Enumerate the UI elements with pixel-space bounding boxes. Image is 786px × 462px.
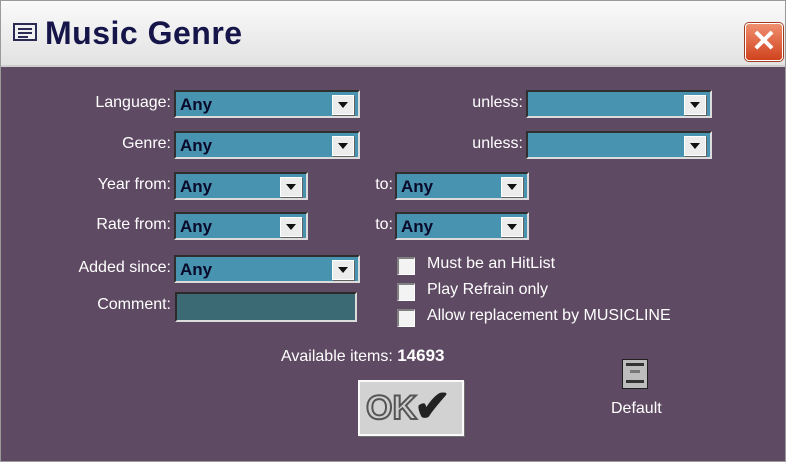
available-items: Available items: 14693 <box>281 346 445 366</box>
rate-to-value: Any <box>401 217 434 236</box>
year-to-value: Any <box>401 177 434 196</box>
added-since-select[interactable]: Any <box>174 255 360 283</box>
checkmark-icon: ✔ <box>414 382 451 431</box>
default-label[interactable]: Default <box>611 400 662 418</box>
rate-from-value: Any <box>180 217 213 236</box>
added-since-label: Added since: <box>78 259 171 276</box>
refrain-checkbox-label: Play Refrain only <box>427 281 548 298</box>
chevron-down-icon[interactable] <box>332 95 354 115</box>
language-label: Language: <box>95 94 171 111</box>
hitlist-checkbox[interactable] <box>397 257 415 275</box>
available-items-label: Available items: <box>281 348 393 365</box>
chevron-down-icon[interactable] <box>280 217 302 237</box>
year-to-select[interactable]: Any <box>395 172 529 200</box>
chevron-down-icon[interactable] <box>332 136 354 156</box>
window-icon <box>13 23 37 41</box>
ok-button[interactable]: OK ✔ <box>358 380 464 436</box>
language-value: Any <box>180 95 213 114</box>
comment-label: Comment: <box>97 296 171 313</box>
year-from-select[interactable]: Any <box>174 172 308 200</box>
close-button[interactable]: ✕ <box>745 23 783 61</box>
hitlist-checkbox-label: Must be an HitList <box>427 255 556 272</box>
musicline-checkbox-label: Allow replacement by MUSICLINE <box>427 307 671 324</box>
added-since-value: Any <box>180 260 213 279</box>
rate-from-select[interactable]: Any <box>174 212 308 240</box>
ok-label: OK <box>365 388 418 428</box>
refrain-checkbox[interactable] <box>397 283 415 301</box>
resize-grip-icon[interactable] <box>777 453 785 461</box>
rate-to-label: to: <box>375 216 393 233</box>
rate-from-label: Rate from: <box>96 216 171 233</box>
window-title: Music Genre <box>45 15 243 51</box>
language-select[interactable]: Any <box>174 90 360 118</box>
chevron-down-icon[interactable] <box>501 217 523 237</box>
chevron-down-icon[interactable] <box>501 177 523 197</box>
musicline-checkbox[interactable] <box>397 309 415 327</box>
genre-select[interactable]: Any <box>174 131 360 159</box>
comment-field[interactable] <box>175 292 357 322</box>
chevron-down-icon[interactable] <box>684 95 706 115</box>
chevron-down-icon[interactable] <box>280 177 302 197</box>
title-bar[interactable]: Music Genre ✕ <box>1 1 785 67</box>
year-to-label: to: <box>375 176 393 193</box>
close-icon: ✕ <box>751 25 777 58</box>
year-from-label: Year from: <box>97 176 171 193</box>
genre-unless-select[interactable] <box>526 131 712 159</box>
genre-label: Genre: <box>122 135 171 152</box>
default-button[interactable] <box>622 359 648 389</box>
available-items-count: 14693 <box>397 346 445 365</box>
chevron-down-icon[interactable] <box>684 136 706 156</box>
language-unless-label: unless: <box>472 94 523 111</box>
chevron-down-icon[interactable] <box>332 260 354 280</box>
rate-to-select[interactable]: Any <box>395 212 529 240</box>
language-unless-select[interactable] <box>526 90 712 118</box>
genre-value: Any <box>180 136 213 155</box>
genre-unless-label: unless: <box>472 135 523 152</box>
year-from-value: Any <box>180 177 213 196</box>
music-genre-window: Music Genre ✕ Language: Any unless: Genr… <box>0 0 786 462</box>
